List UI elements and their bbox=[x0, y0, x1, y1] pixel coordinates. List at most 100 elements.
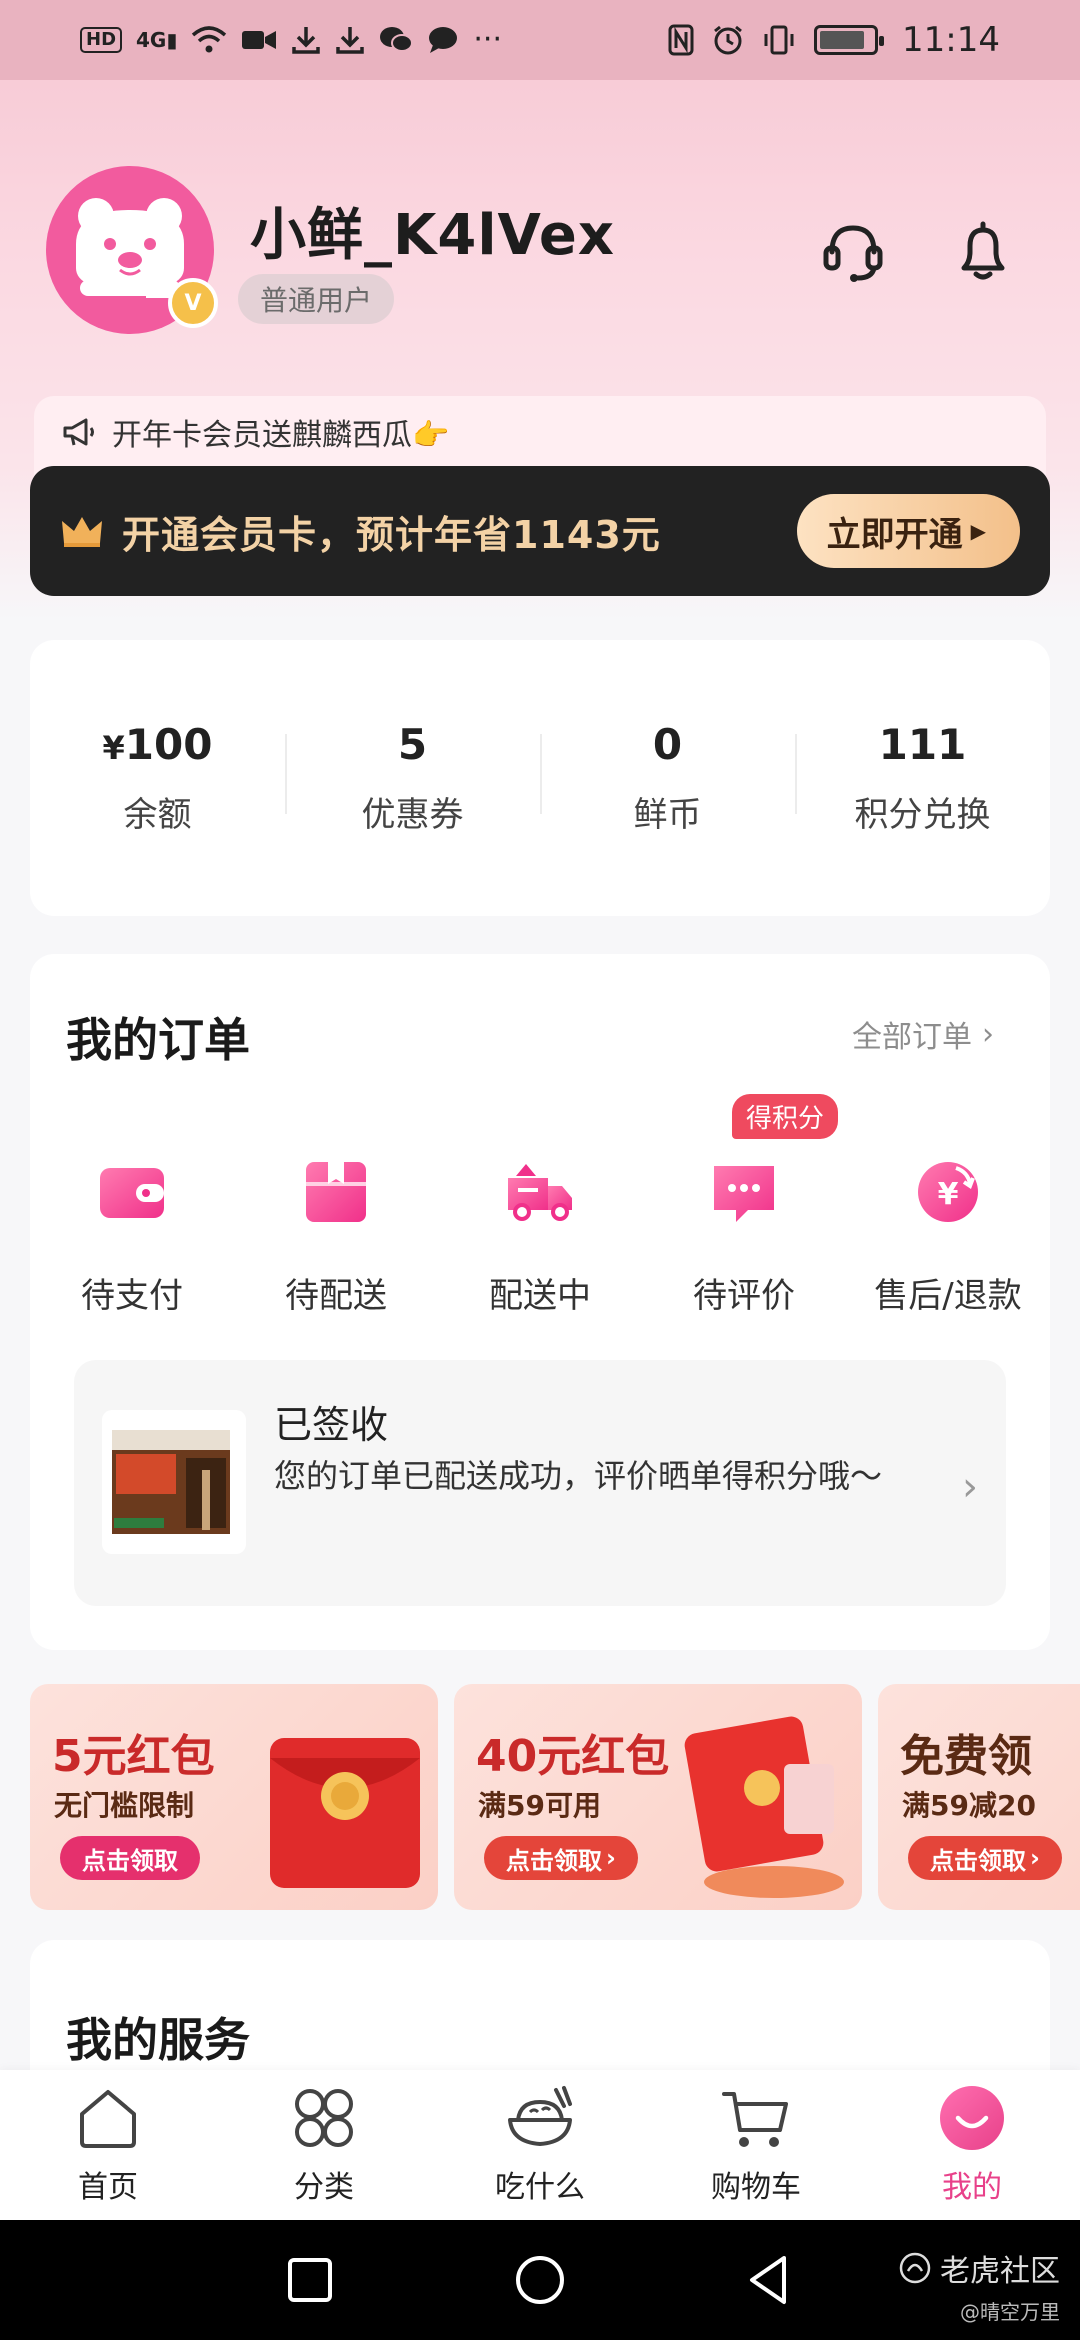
arrow-right-icon: › bbox=[1030, 1844, 1040, 1872]
orders-card: 我的订单 全部订单 › 待支付 待配送 配送中 得积分 待评价 ¥ 售后/退款 已签收 您的订… bbox=[30, 954, 1050, 1650]
order-status-label: 待配送 bbox=[285, 1276, 387, 1316]
recent-apps-button[interactable] bbox=[280, 2250, 340, 2310]
refund-icon: ¥ bbox=[918, 1162, 978, 1222]
delivery-truck-icon bbox=[508, 1164, 572, 1221]
download-icon-2 bbox=[336, 27, 365, 54]
megaphone-icon bbox=[63, 418, 94, 446]
activate-vip-button[interactable]: 立即开通 ▶ bbox=[796, 494, 1020, 568]
asset-label: 余额 bbox=[123, 795, 192, 835]
wallet-icon bbox=[100, 1168, 164, 1218]
activate-vip-label: 立即开通 bbox=[826, 514, 963, 555]
order-status-label: 配送中 bbox=[489, 1276, 591, 1316]
tab-profile-face[interactable]: 我的 bbox=[864, 2070, 1080, 2220]
asset-value: ¥100 bbox=[30, 720, 285, 769]
profile-face-icon bbox=[940, 2086, 1004, 2150]
user-level-badge: 普通用户 bbox=[238, 274, 395, 324]
alarm-icon bbox=[714, 25, 742, 55]
product-thumbnail bbox=[102, 1410, 246, 1554]
more-icon: ··· bbox=[473, 22, 502, 57]
watermark-brand: 老虎社区 bbox=[940, 2254, 1060, 2289]
all-orders-link[interactable]: 全部订单 › bbox=[852, 1012, 994, 1056]
order-status-item[interactable]: 配送中 bbox=[438, 1154, 642, 1317]
status-right-icons: 11:14 bbox=[668, 20, 1000, 60]
tab-label: 首页 bbox=[78, 2170, 138, 2205]
order-status-row: 待支付 待配送 配送中 得积分 待评价 ¥ 售后/退款 bbox=[30, 1094, 1050, 1317]
services-title: 我的服务 bbox=[66, 2013, 250, 2067]
order-status-item[interactable]: 待配送 bbox=[234, 1154, 438, 1317]
svg-text:¥: ¥ bbox=[938, 1177, 959, 1212]
comment-icon bbox=[714, 1166, 774, 1222]
claim-coupon-label: 点击领取 bbox=[930, 1846, 1026, 1875]
wifi-icon bbox=[192, 26, 227, 53]
asset-label: 优惠券 bbox=[361, 795, 464, 835]
coupon-card[interactable]: 免费领 满59减20 点击领取 › bbox=[878, 1684, 1080, 1910]
tab-bowl[interactable]: 吃什么 bbox=[432, 2070, 648, 2220]
hd-badge: HD bbox=[80, 27, 123, 53]
order-status-item[interactable]: 待支付 bbox=[30, 1154, 234, 1317]
order-status-item[interactable]: ¥ 售后/退款 bbox=[846, 1154, 1050, 1317]
package-icon bbox=[306, 1162, 366, 1222]
back-button[interactable] bbox=[740, 2250, 800, 2310]
video-icon bbox=[242, 31, 277, 49]
coupon-carousel[interactable]: 5元红包 无门槛限制 点击领取 40元红包 满59可用 点击领取 › 免费领 满5… bbox=[30, 1684, 1080, 1910]
asset-amount: 111 bbox=[878, 720, 967, 769]
tab-home[interactable]: 首页 bbox=[0, 2070, 216, 2220]
order-status-description: 您的订单已配送成功，评价晒单得积分哦～ bbox=[274, 1457, 883, 1495]
nfc-icon bbox=[668, 24, 694, 56]
claim-coupon-button[interactable]: 点击领取 bbox=[60, 1836, 200, 1880]
customer-service-icon[interactable] bbox=[818, 216, 888, 286]
asset-amount: 5 bbox=[397, 720, 428, 769]
vip-membership-banner[interactable]: 开通会员卡，预计年省1143元 立即开通 ▶ bbox=[30, 466, 1050, 596]
tab-label: 分类 bbox=[294, 2170, 354, 2205]
watermark: 老虎社区 bbox=[898, 2246, 1060, 2290]
arrow-right-icon: ▶ bbox=[970, 519, 986, 543]
battery-icon bbox=[814, 25, 885, 55]
ice-cream-product-image bbox=[112, 1430, 230, 1534]
chevron-right-icon: › bbox=[982, 1016, 994, 1052]
bottom-tab-bar: 首页 分类 吃什么 购物车 我的 bbox=[0, 2070, 1080, 2220]
promo-text: 开年卡会员送麒麟西瓜👉 bbox=[112, 418, 450, 453]
signal-icon: 4G▮ bbox=[136, 28, 178, 52]
vip-level-badge-text: V bbox=[184, 290, 202, 316]
clock: 11:14 bbox=[902, 20, 1000, 60]
coupon-card[interactable]: 40元红包 满59可用 点击领取 › bbox=[454, 1684, 862, 1910]
all-orders-label: 全部订单 bbox=[852, 1020, 972, 1055]
claim-coupon-button[interactable]: 点击领取 › bbox=[484, 1836, 638, 1880]
asset-item[interactable]: ¥100 余额 bbox=[30, 720, 285, 836]
claim-coupon-button[interactable]: 点击领取 › bbox=[908, 1836, 1062, 1880]
home-button[interactable] bbox=[510, 2250, 570, 2310]
asset-item[interactable]: 111 积分兑换 bbox=[795, 720, 1050, 836]
vip-promo-text: 开通会员卡，预计年省1143元 bbox=[122, 512, 661, 557]
coupon-condition: 满59可用 bbox=[478, 1789, 601, 1822]
asset-item[interactable]: 5 优惠券 bbox=[285, 720, 540, 836]
network-type: 4G bbox=[136, 28, 167, 52]
tab-cart[interactable]: 购物车 bbox=[648, 2070, 864, 2220]
points-tag: 得积分 bbox=[732, 1094, 839, 1139]
orders-title: 我的订单 bbox=[66, 1013, 250, 1067]
status-left-icons: HD 4G▮ ··· bbox=[80, 25, 502, 55]
system-navigation-bar: 老虎社区 @晴空万里 bbox=[0, 2220, 1080, 2340]
coupon-card[interactable]: 5元红包 无门槛限制 点击领取 bbox=[30, 1684, 438, 1910]
wechat-icon bbox=[380, 27, 414, 52]
chevron-right-icon: › bbox=[962, 1464, 978, 1510]
asset-item[interactable]: 0 鲜币 bbox=[540, 720, 795, 836]
download-icon bbox=[292, 27, 321, 54]
tab-label: 吃什么 bbox=[495, 2170, 585, 2205]
tiger-logo-icon bbox=[899, 2252, 931, 2284]
tab-grid[interactable]: 分类 bbox=[216, 2070, 432, 2220]
order-status-title: 已签收 bbox=[274, 1403, 389, 1447]
message-icon bbox=[429, 27, 458, 53]
watermark-user: @晴空万里 bbox=[960, 2300, 1060, 2324]
vibrate-icon bbox=[764, 25, 794, 55]
coupon-title: 5元红包 bbox=[52, 1731, 215, 1782]
notification-bell-icon[interactable] bbox=[948, 216, 1018, 286]
coupon-condition: 无门槛限制 bbox=[54, 1789, 195, 1822]
red-envelope-icon bbox=[684, 1716, 844, 1898]
profile-header: V 小鲜_K4lVex 普通用户 bbox=[46, 166, 1036, 346]
latest-order-status[interactable]: 已签收 您的订单已配送成功，评价晒单得积分哦～ › bbox=[74, 1360, 1006, 1606]
order-status-item[interactable]: 得积分 待评价 bbox=[642, 1094, 846, 1317]
asset-value: 0 bbox=[540, 720, 795, 769]
assets-card: ¥100 余额 5 优惠券 0 鲜币 111 积分兑换 bbox=[30, 640, 1050, 916]
status-bar: HD 4G▮ ··· 11:14 bbox=[0, 0, 1080, 80]
claim-coupon-label: 点击领取 bbox=[506, 1846, 602, 1875]
